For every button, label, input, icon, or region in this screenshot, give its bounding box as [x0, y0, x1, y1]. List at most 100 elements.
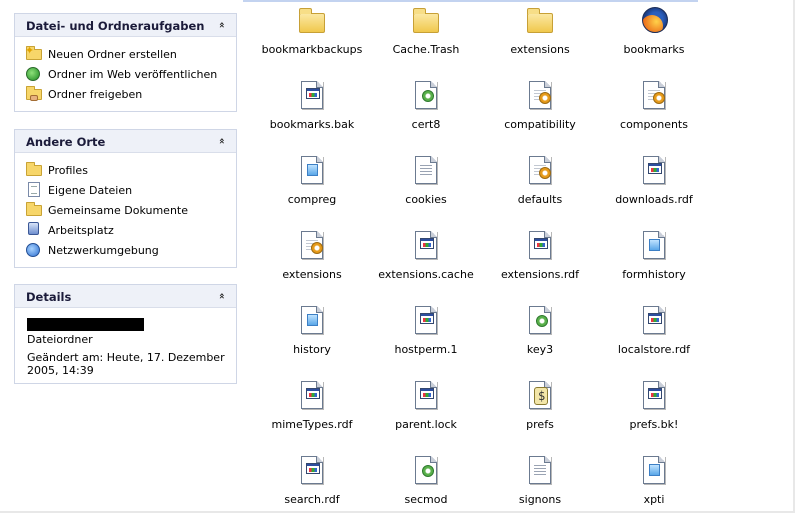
- publish-web-task[interactable]: Ordner im Web veröffentlichen: [25, 64, 236, 84]
- blue-file-icon: [639, 231, 669, 261]
- file-name: defaults: [517, 193, 563, 206]
- place-shared-documents[interactable]: Gemeinsame Dokumente: [25, 200, 236, 220]
- share-folder-task[interactable]: Ordner freigeben: [25, 84, 236, 104]
- file-item[interactable]: cert8: [369, 81, 483, 131]
- file-name: bookmarkbackups: [261, 43, 363, 56]
- file-item[interactable]: components: [597, 81, 711, 131]
- file-item[interactable]: search.rdf: [255, 456, 369, 506]
- my-computer-icon: [25, 222, 43, 238]
- blue-file-icon: [297, 306, 327, 336]
- file-name: mimeTypes.rdf: [271, 418, 353, 431]
- file-item[interactable]: secmod: [369, 456, 483, 506]
- file-item[interactable]: compreg: [255, 156, 369, 206]
- application-file-icon: [297, 381, 327, 411]
- text-file-icon: [525, 456, 555, 486]
- application-file-icon: [297, 456, 327, 486]
- details-header[interactable]: Details «: [15, 285, 236, 308]
- place-my-documents[interactable]: Eigene Dateien: [25, 180, 236, 200]
- share-folder-icon: [25, 86, 43, 102]
- file-tasks-header[interactable]: Datei- und Ordneraufgaben «: [15, 14, 236, 37]
- blue-file-icon: [297, 156, 327, 186]
- place-network[interactable]: Netzwerkumgebung: [25, 240, 236, 260]
- file-item[interactable]: extensions.rdf: [483, 231, 597, 281]
- file-item[interactable]: prefs.bk!: [597, 381, 711, 431]
- file-name: history: [293, 343, 331, 356]
- file-tasks-pane: Datei- und Ordneraufgaben « ✦ Neuen Ordn…: [14, 13, 237, 112]
- application-file-icon: [411, 381, 441, 411]
- other-places-header[interactable]: Andere Orte «: [15, 130, 236, 153]
- file-tasks-title: Datei- und Ordneraufgaben: [26, 19, 205, 33]
- file-item[interactable]: bookmarks: [597, 6, 711, 56]
- file-item[interactable]: extensions: [255, 231, 369, 281]
- new-folder-label: Neuen Ordner erstellen: [48, 47, 177, 61]
- details-modified-line2: 2005, 14:39: [27, 364, 94, 377]
- details-modified-line1: Geändert am: Heute, 17. Dezember: [27, 351, 225, 364]
- place-label: Profiles: [48, 163, 88, 177]
- file-name: prefs: [526, 418, 554, 431]
- new-folder-task[interactable]: ✦ Neuen Ordner erstellen: [25, 44, 236, 64]
- file-item[interactable]: formhistory: [597, 231, 711, 281]
- file-name: Cache.Trash: [392, 43, 460, 56]
- file-name: cookies: [405, 193, 447, 206]
- file-item[interactable]: extensions: [483, 6, 597, 56]
- other-places-title: Andere Orte: [26, 135, 106, 149]
- file-item[interactable]: parent.lock: [369, 381, 483, 431]
- file-item[interactable]: prefs: [483, 381, 597, 431]
- window-top-border: [243, 0, 698, 2]
- network-icon: [25, 242, 43, 258]
- publish-web-label: Ordner im Web veröffentlichen: [48, 67, 218, 81]
- file-item[interactable]: extensions.cache: [369, 231, 483, 281]
- file-item[interactable]: downloads.rdf: [597, 156, 711, 206]
- file-name: signons: [518, 493, 562, 506]
- file-name: bookmarks: [623, 43, 685, 56]
- folder-icon: [25, 162, 43, 178]
- details-title: Details: [26, 290, 72, 304]
- file-name: components: [620, 118, 688, 131]
- file-item[interactable]: defaults: [483, 156, 597, 206]
- file-name: hostperm.1: [394, 343, 458, 356]
- gear-file-icon: [639, 81, 669, 111]
- file-item[interactable]: bookmarkbackups: [255, 6, 369, 56]
- collapse-chevron-icon[interactable]: «: [214, 134, 228, 148]
- file-item[interactable]: mimeTypes.rdf: [255, 381, 369, 431]
- green-gear-file-icon: [525, 306, 555, 336]
- file-item[interactable]: localstore.rdf: [597, 306, 711, 356]
- other-places-pane: Andere Orte « Profiles Eigene Dateien Ge…: [14, 129, 237, 268]
- file-item[interactable]: key3: [483, 306, 597, 356]
- file-item[interactable]: cookies: [369, 156, 483, 206]
- details-pane: Details « Dateiordner Geändert am: Heute…: [14, 284, 237, 384]
- green-gear-file-icon: [411, 81, 441, 111]
- gear-file-icon: [525, 81, 555, 111]
- file-name: localstore.rdf: [617, 343, 691, 356]
- place-label: Arbeitsplatz: [48, 223, 114, 237]
- file-name: extensions: [282, 268, 342, 281]
- file-name: extensions.cache: [378, 268, 474, 281]
- file-item[interactable]: hostperm.1: [369, 306, 483, 356]
- file-item[interactable]: signons: [483, 456, 597, 506]
- folder-icon: [411, 6, 441, 36]
- file-item[interactable]: history: [255, 306, 369, 356]
- blue-file-icon: [639, 456, 669, 486]
- file-name: key3: [526, 343, 554, 356]
- file-item[interactable]: xpti: [597, 456, 711, 506]
- new-folder-icon: ✦: [25, 44, 43, 62]
- firefox-bookmarks-icon: [639, 6, 669, 36]
- place-label: Netzwerkumgebung: [48, 243, 159, 257]
- collapse-chevron-icon[interactable]: «: [214, 289, 228, 303]
- place-my-computer[interactable]: Arbeitsplatz: [25, 220, 236, 240]
- file-name: xpti: [643, 493, 665, 506]
- gear-file-icon: [297, 231, 327, 261]
- file-item[interactable]: bookmarks.bak: [255, 81, 369, 131]
- file-name: cert8: [411, 118, 441, 131]
- gear-file-icon: [525, 156, 555, 186]
- application-file-icon: [525, 231, 555, 261]
- file-name: parent.lock: [395, 418, 457, 431]
- collapse-chevron-icon[interactable]: «: [214, 18, 228, 32]
- text-file-icon: [411, 156, 441, 186]
- place-profiles[interactable]: Profiles: [25, 160, 236, 180]
- file-item[interactable]: compatibility: [483, 81, 597, 131]
- file-item[interactable]: Cache.Trash: [369, 6, 483, 56]
- file-name: compreg: [287, 193, 337, 206]
- application-file-icon: [411, 306, 441, 336]
- file-name: search.rdf: [284, 493, 340, 506]
